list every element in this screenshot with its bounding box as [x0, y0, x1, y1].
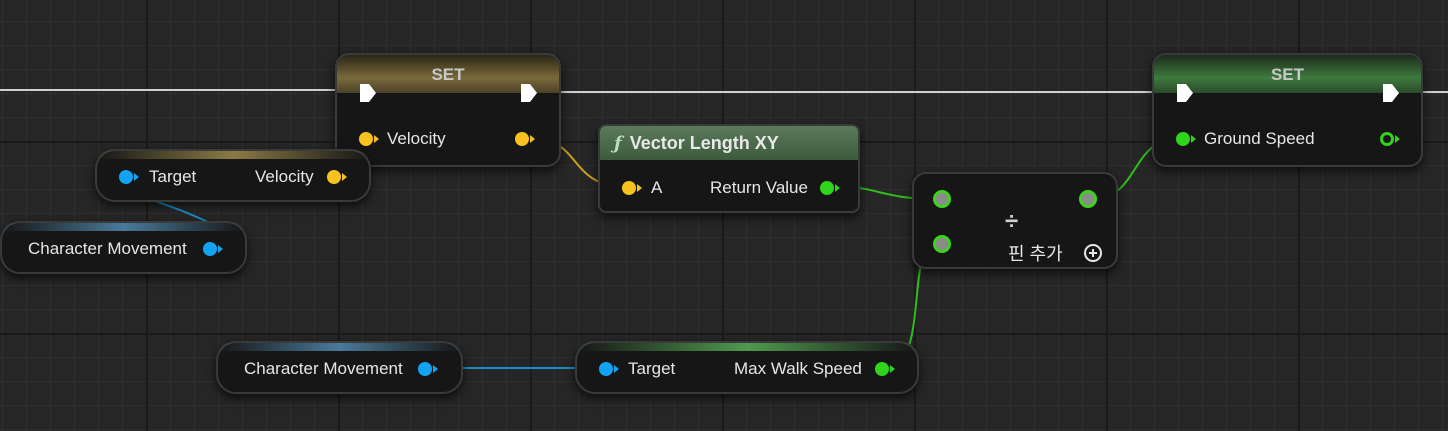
divide-node[interactable]: ÷ 핀 추가	[912, 172, 1118, 269]
character-movement-node-1[interactable]: Character Movement	[0, 221, 247, 274]
ground-speed-output-pin-arrow	[1395, 135, 1400, 143]
character-movement-1-strip	[2, 223, 245, 231]
max-walk-speed-target-label: Target	[628, 359, 676, 378]
velocity-output-pin[interactable]	[515, 132, 529, 146]
get-velocity-output-pin-arrow	[342, 173, 347, 181]
divide-input-pin-a[interactable]	[933, 190, 951, 208]
exec-in-pin-2[interactable]	[1176, 83, 1194, 103]
character-movement-2-output-pin-arrow	[433, 365, 438, 373]
divide-output-pin[interactable]	[1079, 190, 1097, 208]
vector-length-a-label: A	[651, 178, 663, 197]
max-walk-speed-node[interactable]: Target Max Walk Speed	[575, 341, 919, 394]
get-velocity-output-label: Velocity	[255, 167, 314, 186]
set-ground-speed-node[interactable]: SET Ground Speed	[1152, 53, 1423, 167]
vector-length-return-pin[interactable]	[820, 181, 834, 195]
ground-speed-output-pin[interactable]	[1380, 132, 1394, 146]
vector-length-a-pin-arrow	[637, 184, 642, 192]
add-pin-label[interactable]: 핀 추가	[1008, 244, 1063, 264]
max-walk-speed-strip	[577, 343, 917, 351]
add-pin-icon[interactable]	[1084, 244, 1102, 262]
get-velocity-target-pin-arrow	[134, 173, 139, 181]
velocity-input-pin-arrow	[374, 135, 379, 143]
character-movement-2-strip	[218, 343, 461, 351]
vector-length-xy-header: ƒ Vector Length XY	[600, 126, 858, 160]
character-movement-2-output-pin[interactable]	[418, 362, 432, 376]
vector-length-a-pin[interactable]	[622, 181, 636, 195]
get-velocity-output-pin[interactable]	[327, 170, 341, 184]
character-movement-node-2[interactable]: Character Movement	[216, 341, 463, 394]
exec-out-pin[interactable]	[520, 83, 538, 103]
exec-out-pin-2[interactable]	[1382, 83, 1400, 103]
max-walk-speed-target-pin[interactable]	[599, 362, 613, 376]
divide-icon: ÷	[1005, 208, 1019, 235]
max-walk-speed-output-label: Max Walk Speed	[734, 359, 862, 378]
ground-speed-input-pin[interactable]	[1176, 132, 1190, 146]
get-velocity-target-label: Target	[149, 167, 197, 186]
max-walk-speed-target-pin-arrow	[614, 365, 619, 373]
character-movement-2-label: Character Movement	[244, 359, 403, 378]
vector-length-return-pin-arrow	[835, 184, 840, 192]
get-velocity-node[interactable]: Target Velocity	[95, 149, 371, 202]
character-movement-1-output-pin-arrow	[218, 245, 223, 253]
get-velocity-strip	[97, 151, 369, 159]
max-walk-speed-output-pin-arrow	[890, 365, 895, 373]
max-walk-speed-output-pin[interactable]	[875, 362, 889, 376]
set-ground-speed-header: SET	[1154, 55, 1421, 93]
get-velocity-target-pin[interactable]	[119, 170, 133, 184]
ground-speed-input-pin-arrow	[1191, 135, 1196, 143]
set-velocity-node[interactable]: SET Velocity	[335, 53, 561, 167]
vector-length-return-label: Return Value	[710, 178, 808, 197]
set-velocity-pin-label: Velocity	[387, 129, 446, 148]
ground-speed-pin-label: Ground Speed	[1204, 129, 1315, 148]
vector-length-xy-title: Vector Length XY	[629, 133, 779, 153]
velocity-output-pin-arrow	[530, 135, 535, 143]
character-movement-1-output-pin[interactable]	[203, 242, 217, 256]
vector-length-xy-node[interactable]: ƒ Vector Length XY A Return Value	[598, 124, 860, 213]
function-icon: ƒ	[614, 133, 622, 154]
character-movement-1-label: Character Movement	[28, 239, 187, 258]
exec-in-pin[interactable]	[359, 83, 377, 103]
divide-input-pin-b[interactable]	[933, 235, 951, 253]
velocity-input-pin[interactable]	[359, 132, 373, 146]
